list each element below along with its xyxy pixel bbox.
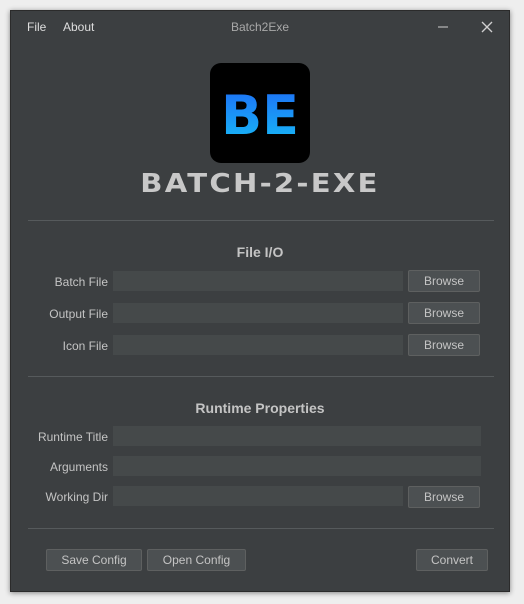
output-file-label: Output File	[49, 307, 108, 321]
working-dir-label: Working Dir	[45, 490, 108, 504]
close-icon	[481, 21, 493, 33]
runtime-title-input[interactable]	[113, 426, 481, 446]
working-dir-browse-button[interactable]: Browse	[408, 486, 480, 508]
arguments-label: Arguments	[49, 460, 108, 474]
divider	[28, 528, 494, 529]
runtime-title-label: Runtime Title	[37, 430, 108, 444]
icon-file-label: Icon File	[62, 339, 108, 353]
divider	[28, 376, 494, 377]
open-config-button[interactable]: Open Config	[147, 549, 246, 571]
logo-icon: BE	[221, 84, 299, 147]
batch-file-input[interactable]	[113, 271, 403, 291]
title-bar: File About Batch2Exe	[11, 11, 509, 43]
convert-button[interactable]: Convert	[416, 549, 488, 571]
minimize-icon	[438, 26, 448, 28]
output-file-browse-button[interactable]: Browse	[408, 302, 480, 324]
minimize-button[interactable]	[431, 16, 455, 38]
icon-file-input[interactable]	[113, 335, 403, 355]
divider	[28, 220, 494, 221]
save-config-button[interactable]: Save Config	[46, 549, 142, 571]
logo-letters: BE	[221, 84, 299, 147]
brand-wordmark: BATCH-2-EXE	[140, 169, 380, 199]
arguments-input[interactable]	[113, 456, 481, 476]
working-dir-input[interactable]	[113, 486, 403, 506]
app-window: File About Batch2Exe BE BATCH-2-EXE File…	[10, 10, 510, 592]
section-title-runtime: Runtime Properties	[195, 400, 325, 416]
section-title-file-io: File I/O	[236, 244, 284, 260]
close-button[interactable]	[475, 16, 499, 38]
app-logo: BE	[210, 63, 310, 163]
output-file-input[interactable]	[113, 303, 403, 323]
icon-file-browse-button[interactable]: Browse	[408, 334, 480, 356]
batch-file-label: Batch File	[54, 275, 108, 289]
batch-file-browse-button[interactable]: Browse	[408, 270, 480, 292]
